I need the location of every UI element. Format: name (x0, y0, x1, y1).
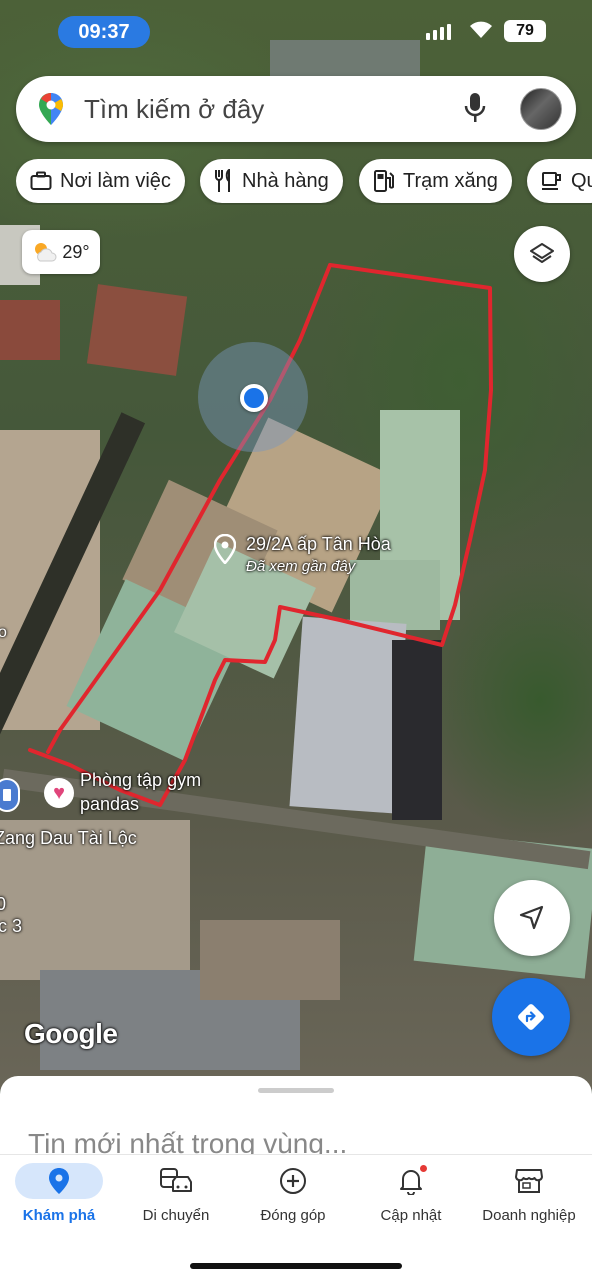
search-placeholder[interactable]: Tìm kiếm ở đây (84, 94, 264, 125)
my-location-button[interactable] (494, 880, 570, 956)
briefcase-icon (30, 171, 52, 190)
tab-label: Cập nhật (380, 1207, 442, 1224)
chip-workplace[interactable]: Nơi làm việc (16, 159, 185, 203)
partly-sunny-icon (35, 243, 57, 262)
directions-button[interactable] (492, 978, 570, 1056)
gas-station-icon (374, 170, 394, 192)
chip-coffee[interactable]: Qu (527, 159, 592, 203)
weather-temp: 29° (62, 241, 90, 262)
chip-label: Qu (571, 169, 592, 192)
microphone-icon[interactable] (464, 92, 486, 124)
commute-icon (160, 1168, 192, 1192)
battery-level: 79 (504, 20, 546, 42)
google-maps-pin-icon (39, 93, 63, 125)
cellular-signal-icon (426, 24, 451, 40)
gas-station-name[interactable]: Zang Dau Tài Lộc (0, 828, 137, 849)
wifi-icon (470, 21, 492, 38)
layers-icon (530, 243, 554, 263)
status-bar: 09:37 79 (0, 12, 592, 52)
explore-pin-icon (49, 1168, 69, 1194)
category-chips: Nơi làm việc Nhà hàng Trạm xăng Qu (16, 159, 592, 205)
edge-label: o (0, 624, 7, 641)
chip-label: Trạm xăng (403, 169, 498, 192)
gas-station-marker-icon[interactable] (0, 778, 20, 812)
account-avatar[interactable] (520, 88, 562, 130)
restaurant-icon (215, 169, 230, 192)
tab-updates[interactable]: Cập nhật (352, 1155, 470, 1235)
gym-name-line1[interactable]: Phòng tập gym (80, 770, 201, 791)
chip-restaurants[interactable]: Nhà hàng (200, 159, 343, 203)
notification-badge (419, 1164, 428, 1173)
status-time: 09:37 (58, 16, 150, 48)
home-indicator[interactable] (190, 1263, 402, 1269)
layers-button[interactable] (514, 226, 570, 282)
edge-label: 0 (0, 894, 7, 914)
search-bar[interactable]: Tìm kiếm ở đây (16, 76, 576, 142)
tab-contribute[interactable]: Đóng góp (234, 1155, 352, 1235)
chip-gas-stations[interactable]: Trạm xăng (359, 159, 512, 203)
edge-label: c 3 (0, 916, 23, 936)
tab-label: Đóng góp (260, 1207, 326, 1224)
chip-label: Nơi làm việc (60, 169, 171, 192)
weather-widget[interactable]: 29° (22, 230, 100, 274)
my-location-dot (240, 384, 268, 412)
coffee-icon (542, 172, 561, 190)
contribute-icon (280, 1168, 306, 1194)
tab-business[interactable]: Doanh nghiệp (470, 1155, 588, 1235)
place-subtitle: Đã xem gần đây (246, 558, 356, 575)
place-marker-icon[interactable] (214, 534, 236, 564)
gym-marker-icon[interactable]: ♥ (44, 778, 74, 808)
gym-name-line2: pandas (80, 794, 140, 814)
chip-label: Nhà hàng (242, 169, 329, 192)
navigation-arrow-icon (519, 905, 544, 930)
place-title[interactable]: 29/2A ấp Tân Hòa (246, 534, 391, 555)
storefront-icon (515, 1169, 543, 1193)
tab-explore[interactable]: Khám phá (0, 1155, 118, 1235)
tab-label: Di chuyển (142, 1207, 210, 1224)
sheet-drag-handle[interactable] (258, 1088, 334, 1093)
tab-label: Doanh nghiệp (482, 1207, 576, 1224)
google-attribution: Google (24, 1018, 118, 1049)
bottom-tab-bar: Khám phá Di chuyển Đóng góp Cập nhật Doa… (0, 1154, 592, 1280)
tab-label: Khám phá (22, 1207, 96, 1224)
tab-commute[interactable]: Di chuyển (117, 1155, 235, 1235)
directions-icon (518, 1004, 544, 1030)
